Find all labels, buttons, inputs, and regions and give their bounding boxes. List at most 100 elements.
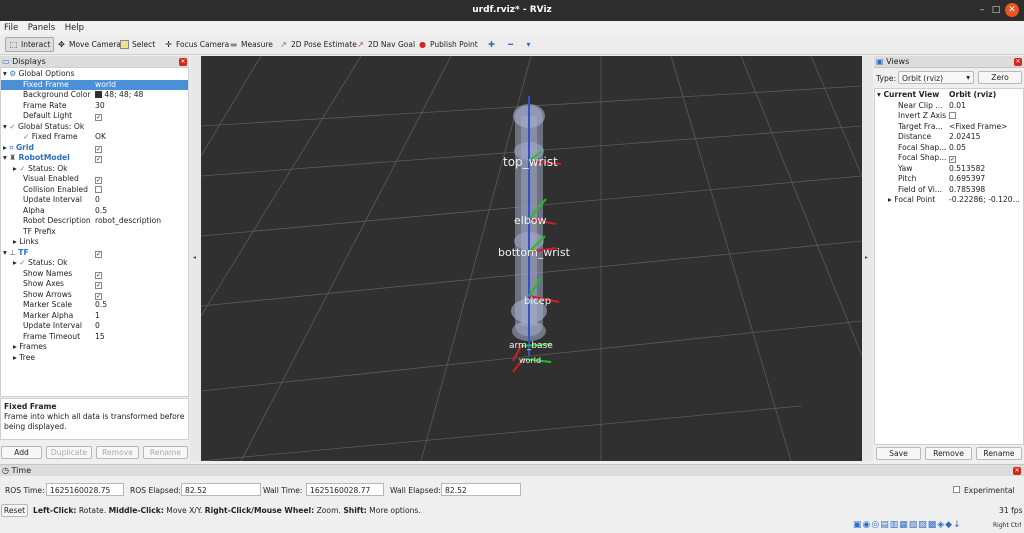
tree-row-show-arrows[interactable]: Show Arrows ✓	[1, 290, 188, 301]
measure-tool-button[interactable]: ▬ Measure	[226, 37, 276, 52]
checkbox[interactable]: ✓	[949, 156, 956, 163]
remove-tool-button[interactable]: ━	[503, 37, 518, 52]
view-row-focal-point[interactable]: ▸ Focal Point -0.22286; -0.120...	[875, 195, 1023, 206]
tree-row-frames[interactable]: ▸ Frames	[1, 342, 188, 353]
wall-time-field[interactable]: 1625160028.77	[306, 483, 384, 496]
row-value[interactable]: -0.22286; -0.120...	[949, 195, 1020, 206]
close-panel-icon[interactable]: ✕	[179, 58, 187, 66]
tree-row-frame-timeout[interactable]: Frame Timeout 15	[1, 332, 188, 343]
checkbox[interactable]	[949, 112, 956, 119]
close-panel-icon[interactable]: ✕	[1013, 467, 1021, 475]
menu-panels[interactable]: Panels	[24, 21, 58, 33]
view-type-select[interactable]: Orbit (rviz) ▾	[898, 71, 974, 84]
row-value[interactable]: 48; 48; 48	[104, 90, 143, 99]
focus-camera-tool-button[interactable]: ✛ Focus Camera	[161, 37, 232, 52]
checkbox[interactable]: ✓	[95, 145, 102, 153]
row-value[interactable]: 0.785398	[949, 185, 985, 196]
view-row-near-clip[interactable]: Near Clip ... 0.01	[875, 101, 1023, 112]
tree-row-background-color[interactable]: Background Color 48; 48; 48	[1, 90, 188, 101]
publish-point-tool-button[interactable]: ● Publish Point	[415, 37, 481, 52]
view-row-field-of-view[interactable]: Field of Vi... 0.785398	[875, 185, 1023, 196]
experimental-checkbox[interactable]	[953, 486, 960, 493]
maximize-icon[interactable]: □	[989, 3, 1003, 17]
tree-row-fixed-frame[interactable]: Fixed Frame world	[1, 79, 188, 91]
tree-row-tf[interactable]: ▾ ⊥ TF ✓	[1, 248, 188, 259]
tree-row-marker-alpha[interactable]: Marker Alpha 1	[1, 311, 188, 322]
zero-button[interactable]: Zero	[978, 71, 1022, 84]
checkbox[interactable]: ✓	[95, 271, 102, 279]
tree-row-visual-enabled[interactable]: Visual Enabled ✓	[1, 174, 188, 185]
ros-elapsed-field[interactable]: 82.52	[181, 483, 261, 496]
rename-view-button[interactable]: Rename	[976, 447, 1022, 460]
ros-time-field[interactable]: 1625160028.75	[46, 483, 124, 496]
row-value[interactable]: 0.695397	[949, 174, 985, 185]
view-row-pitch[interactable]: Pitch 0.695397	[875, 174, 1023, 185]
tree-row-update-interval[interactable]: Update Interval 0	[1, 195, 188, 206]
add-display-button[interactable]: Add	[1, 446, 42, 459]
tree-row-tf-status[interactable]: ▸ ✓ Status: Ok	[1, 258, 188, 269]
row-value[interactable]: 0.5	[95, 206, 107, 217]
close-icon[interactable]: ✕	[1005, 3, 1019, 17]
tree-row-tf-prefix[interactable]: TF Prefix	[1, 227, 188, 238]
move-camera-tool-button[interactable]: ✥ Move Camera	[54, 37, 124, 52]
view-row-target-frame[interactable]: Target Fra... <Fixed Frame>	[875, 122, 1023, 133]
view-row-focal-shape-size[interactable]: Focal Shap... 0.05	[875, 143, 1023, 154]
checkbox[interactable]: ✓	[95, 114, 102, 121]
checkbox[interactable]	[95, 185, 102, 193]
minimize-icon[interactable]: –	[975, 3, 989, 17]
view-row-yaw[interactable]: Yaw 0.513582	[875, 164, 1023, 175]
right-splitter[interactable]: ▸	[862, 56, 873, 461]
tree-row-global-status[interactable]: ▾ ✓ Global Status: Ok	[1, 122, 188, 133]
row-value[interactable]: 0	[95, 195, 100, 206]
nav-goal-tool-button[interactable]: ↗ 2D Nav Goal	[353, 37, 418, 52]
tree-row-marker-scale[interactable]: Marker Scale 0.5	[1, 300, 188, 311]
pose-estimate-tool-button[interactable]: ↗ 2D Pose Estimate	[276, 37, 360, 52]
save-view-button[interactable]: Save	[876, 447, 921, 460]
checkbox[interactable]: ✓	[95, 250, 102, 258]
row-value[interactable]: 0.513582	[949, 164, 985, 175]
menu-help[interactable]: Help	[61, 21, 87, 33]
row-value[interactable]: 0.5	[95, 300, 107, 311]
view-row-focal-shape-fixed[interactable]: Focal Shap... ✓	[875, 153, 1023, 164]
row-value[interactable]: 2.02415	[949, 132, 980, 143]
tree-row-grid[interactable]: ▸ ⌗ Grid ✓	[1, 143, 188, 154]
tree-row-links[interactable]: ▸ Links	[1, 237, 188, 248]
tree-row-tree[interactable]: ▸ Tree	[1, 353, 188, 364]
tree-row-fixed-frame-status[interactable]: ✓ Fixed Frame OK	[1, 132, 188, 143]
left-splitter[interactable]: ◂	[190, 56, 201, 461]
tree-row-global-options[interactable]: ▾ ⚙ Global Options	[1, 69, 188, 80]
tree-row-tf-update-interval[interactable]: Update Interval 0	[1, 321, 188, 332]
color-swatch[interactable]	[95, 91, 102, 98]
checkbox[interactable]: ✓	[95, 282, 102, 289]
tree-row-show-names[interactable]: Show Names ✓	[1, 269, 188, 280]
checkbox[interactable]: ✓	[95, 156, 102, 163]
tree-row-collision-enabled[interactable]: Collision Enabled	[1, 185, 188, 196]
row-value[interactable]: 15	[95, 332, 105, 343]
tree-row-robot-description[interactable]: Robot Description robot_description	[1, 216, 188, 227]
row-value[interactable]: 1	[95, 311, 100, 322]
tree-row-frame-rate[interactable]: Frame Rate 30	[1, 101, 188, 112]
tool-properties-button[interactable]: ▾	[521, 37, 536, 52]
row-value[interactable]: 0.01	[949, 101, 966, 112]
view-row-invert-z[interactable]: Invert Z Axis	[875, 111, 1023, 122]
tree-row-alpha[interactable]: Alpha 0.5	[1, 206, 188, 217]
row-value[interactable]: <Fixed Frame>	[949, 122, 1007, 133]
row-value[interactable]: 0	[95, 321, 100, 332]
render-viewport[interactable]: top_wrist elbow bottom_wrist bicep arm_b…	[201, 56, 862, 461]
view-row-current-view[interactable]: ▾ Current View Orbit (rviz)	[875, 90, 1023, 101]
tree-row-robot-model[interactable]: ▾ ♜ RobotModel ✓	[1, 153, 188, 164]
duplicate-display-button[interactable]: Duplicate	[46, 446, 92, 459]
interact-tool-button[interactable]: ⬚ Interact	[5, 37, 55, 52]
add-tool-button[interactable]: ✚	[484, 37, 499, 52]
rename-display-button[interactable]: Rename	[143, 446, 188, 459]
row-value[interactable]: world	[95, 80, 116, 91]
tree-row-default-light[interactable]: Default Light ✓	[1, 111, 188, 122]
row-value[interactable]: 30	[95, 101, 105, 112]
checkbox[interactable]: ✓	[95, 292, 102, 300]
menu-file[interactable]: File	[0, 21, 21, 33]
row-value[interactable]: 0.05	[949, 143, 966, 154]
remove-view-button[interactable]: Remove	[925, 447, 972, 460]
wall-elapsed-field[interactable]: 82.52	[441, 483, 521, 496]
select-tool-button[interactable]: Select	[117, 37, 158, 52]
remove-display-button[interactable]: Remove	[96, 446, 139, 459]
